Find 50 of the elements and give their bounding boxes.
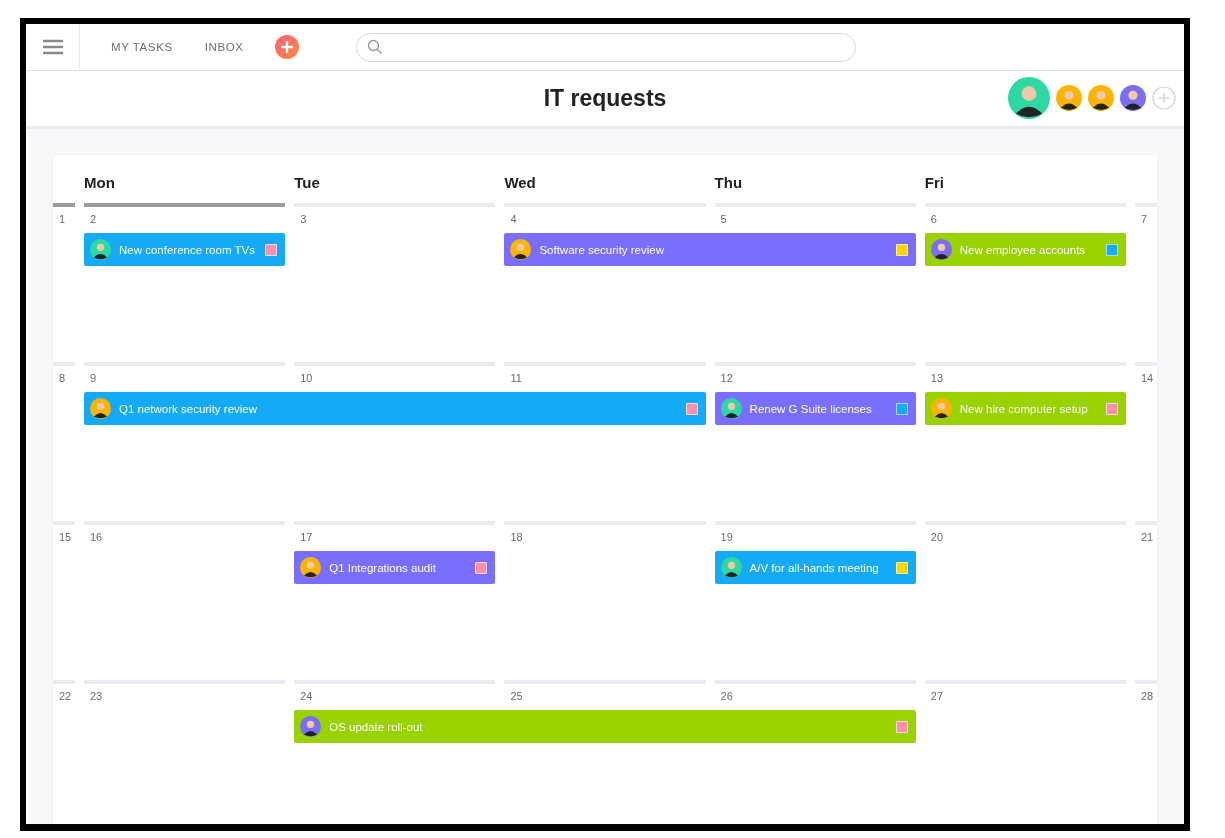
- day-number: 8: [58, 371, 67, 386]
- weekday-label: Tue: [294, 174, 321, 193]
- day-number: 16: [89, 530, 104, 545]
- search-field[interactable]: [356, 32, 857, 62]
- day-number: 25: [509, 689, 524, 704]
- weekday-label: Wed: [504, 174, 537, 193]
- task-bar[interactable]: A/V for all-hands meeting: [714, 551, 916, 584]
- day-number: 23: [89, 689, 104, 704]
- day-number: 6: [929, 212, 938, 227]
- task-bar[interactable]: New conference room TVs: [84, 233, 286, 266]
- day-number: 27: [929, 689, 945, 704]
- day-number: 24: [299, 689, 314, 704]
- weekday-label: Thu: [714, 174, 744, 193]
- task-bar[interactable]: New employee accounts: [924, 233, 1126, 266]
- search-icon: [367, 39, 384, 55]
- day-number: 19: [719, 530, 734, 545]
- day-number: 2: [89, 212, 98, 227]
- task-bar[interactable]: Q1 network security review: [84, 392, 706, 425]
- plus-icon[interactable]: [275, 35, 300, 59]
- day-number: 1: [58, 212, 67, 227]
- day-number: 14: [1140, 371, 1155, 386]
- day-number: 12: [719, 371, 734, 386]
- day-number: 9: [89, 371, 98, 386]
- day-number: 13: [929, 371, 945, 386]
- nav-link[interactable]: INBOX: [204, 41, 244, 53]
- day-number: 3: [299, 212, 308, 227]
- weekday-label: Fri: [924, 174, 945, 193]
- task-bar[interactable]: Software security review: [504, 233, 916, 266]
- nav-link[interactable]: MY TASKS: [111, 41, 173, 53]
- day-number: 18: [509, 530, 524, 545]
- menu-icon[interactable]: [41, 39, 64, 55]
- day-number: 22: [58, 689, 73, 704]
- day-number: 28: [1140, 689, 1155, 704]
- task-bar[interactable]: New hire computer setup: [924, 392, 1126, 425]
- day-number: 10: [299, 371, 314, 386]
- task-bar[interactable]: OS update roll-out: [294, 710, 916, 743]
- task-bar[interactable]: Q1 Integrations audit: [294, 551, 496, 584]
- day-number: 17: [299, 530, 314, 545]
- weekday-label: Mon: [84, 174, 116, 193]
- day-number: 11: [509, 371, 523, 386]
- day-number: 15: [58, 530, 73, 545]
- day-number: 7: [1140, 212, 1149, 227]
- day-number: 20: [929, 530, 945, 545]
- day-number: 4: [509, 212, 518, 227]
- day-number: 21: [1140, 530, 1155, 545]
- day-number: 5: [719, 212, 728, 227]
- project-title: IT requests: [543, 85, 667, 112]
- add-member-icon[interactable]: [1152, 86, 1176, 110]
- task-bar[interactable]: Renew G Suite licenses: [714, 392, 916, 425]
- day-number: 26: [719, 689, 734, 704]
